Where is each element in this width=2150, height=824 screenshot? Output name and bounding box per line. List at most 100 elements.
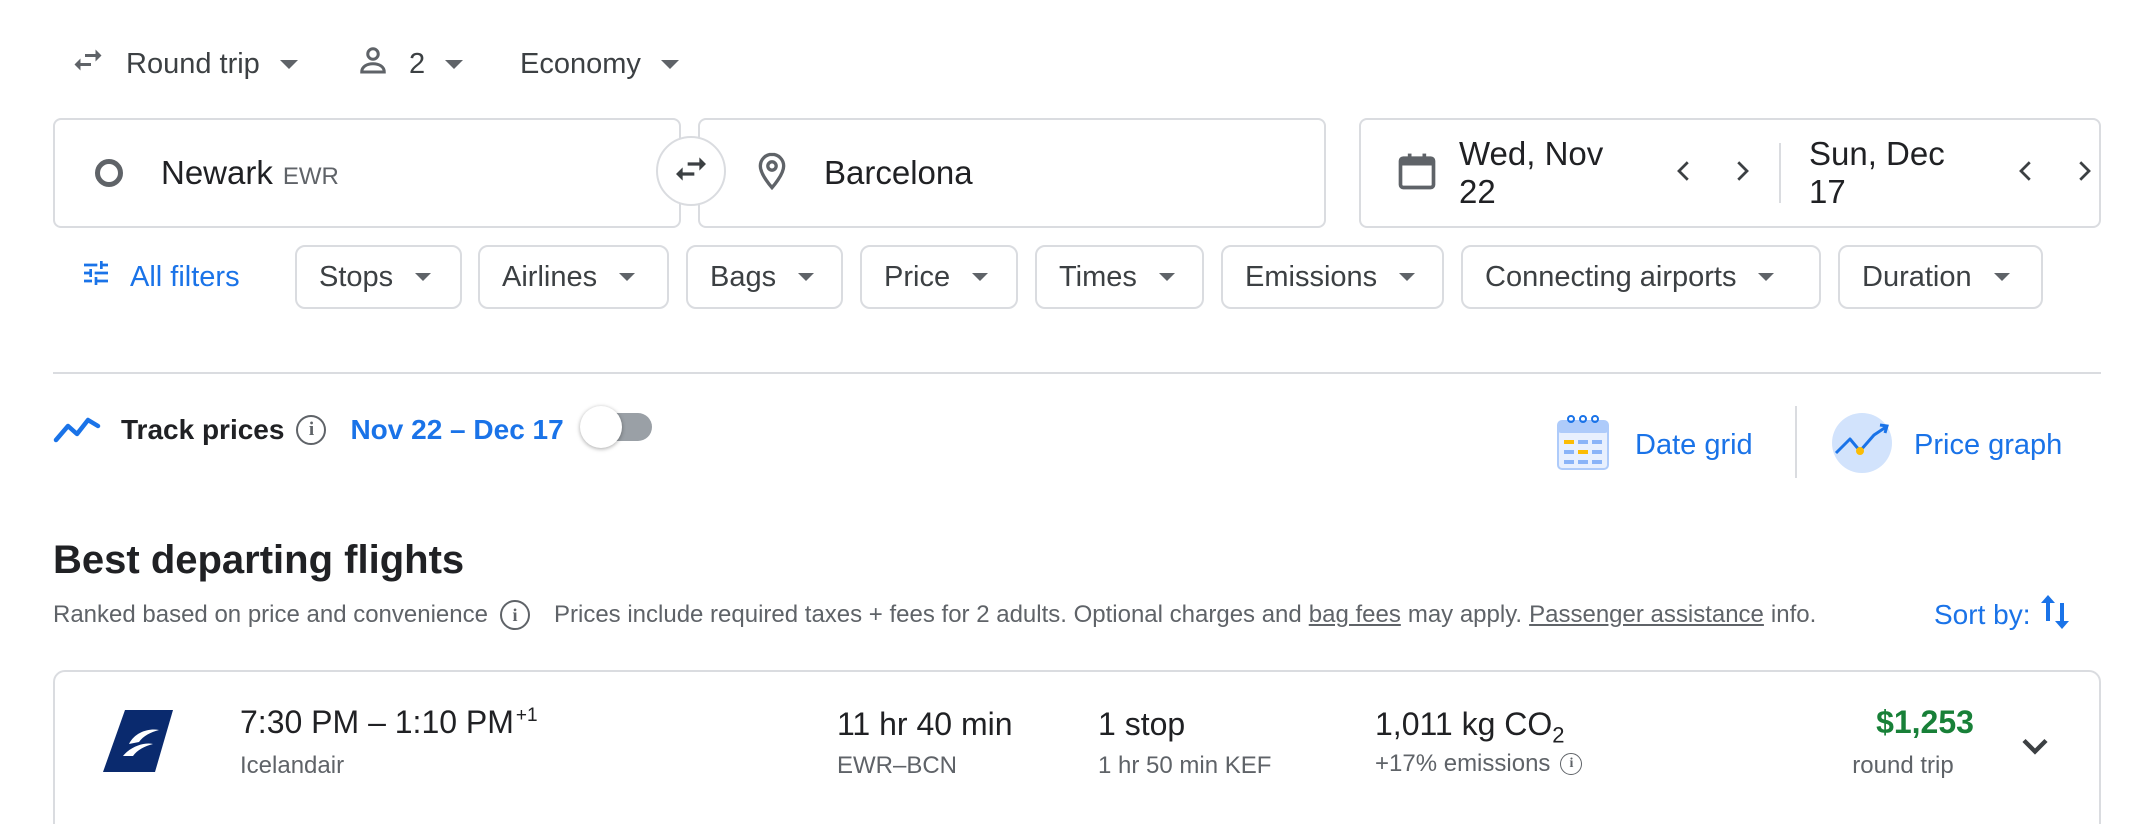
date-grid-button[interactable]: Date grid <box>1555 412 1753 478</box>
date-grid-icon <box>1555 413 1611 478</box>
flight-duration: 11 hr 40 min <box>837 706 1013 742</box>
filter-chip-connecting-airports[interactable]: Connecting airports <box>1461 245 1821 309</box>
date-divider <box>1779 143 1781 203</box>
chip-label: Emissions <box>1245 260 1378 293</box>
chevron-down-icon <box>445 59 464 69</box>
chip-label: Airlines <box>502 260 598 293</box>
all-filters-label: All filters <box>130 260 240 293</box>
swap-locations-button[interactable] <box>656 136 726 206</box>
toggle-knob[interactable] <box>580 406 622 448</box>
chip-label: Stops <box>319 260 394 293</box>
track-prices-row: Track prices i Nov 22 – Dec 17 <box>53 408 564 452</box>
flight-result-card[interactable]: 7:30 PM – 1:10 PM +1 Icelandair 11 hr 40 … <box>53 670 2101 824</box>
notice-prefix: Prices include required taxes + fees for… <box>553 601 1302 628</box>
chevron-left-icon <box>1677 160 1689 181</box>
chevron-down-icon <box>1399 273 1416 281</box>
depart-date[interactable]: Wed, Nov 22 <box>1459 135 1639 211</box>
cabin-class-select[interactable]: Economy <box>520 40 679 88</box>
chevron-right-icon <box>2079 160 2091 181</box>
chevron-right-icon <box>1737 160 1750 181</box>
stops-count: 1 stop <box>1098 706 1186 742</box>
chip-label: Times <box>1059 260 1137 293</box>
trend-line-icon <box>53 412 101 449</box>
filter-chip-price[interactable]: Price <box>860 245 1018 309</box>
filter-chip-emissions[interactable]: Emissions <box>1221 245 1444 309</box>
chevron-down-icon <box>972 273 989 281</box>
depart-prev-button[interactable] <box>1669 156 1699 191</box>
return-prev-button[interactable] <box>2011 156 2041 191</box>
all-filters-button[interactable]: All filters <box>80 245 240 309</box>
filter-chip-duration[interactable]: Duration <box>1838 245 2043 309</box>
notice-suffix: info. <box>1770 601 1817 628</box>
chip-label: Price <box>884 260 951 293</box>
flight-route: EWR–BCN <box>837 752 958 779</box>
filter-chip-airlines[interactable]: Airlines <box>478 245 669 309</box>
filter-chip-stops[interactable]: Stops <box>295 245 462 309</box>
depart-next-button[interactable] <box>1727 156 1757 191</box>
info-icon[interactable]: i <box>1560 753 1583 775</box>
layover-info: 1 hr 50 min KEF <box>1098 752 1272 779</box>
sort-arrows-icon <box>2038 591 2072 640</box>
destination-city: Barcelona <box>824 154 973 191</box>
chevron-down-icon <box>619 273 636 281</box>
chevron-down-icon <box>279 59 298 69</box>
passengers-select[interactable]: 2 <box>355 40 464 88</box>
results-notice: Ranked based on price and convenience i … <box>53 596 1816 634</box>
notice-middle: may apply. <box>1407 601 1523 628</box>
sort-button[interactable]: Sort by: <box>1934 592 2072 638</box>
info-icon[interactable]: i <box>499 600 530 630</box>
view-divider <box>1795 406 1797 478</box>
date-grid-label: Date grid <box>1635 428 1753 461</box>
expand-button[interactable] <box>2013 724 2057 773</box>
co2-subscript: 2 <box>1552 722 1565 748</box>
person-icon <box>355 42 391 86</box>
chip-label: Connecting airports <box>1485 260 1737 293</box>
airline-name: Icelandair <box>240 752 345 779</box>
sort-label: Sort by: <box>1934 599 2031 630</box>
co2-emissions: 1,011 kg CO2 <box>1375 706 1565 748</box>
filter-chip-bags[interactable]: Bags <box>686 245 843 309</box>
trip-type-select[interactable]: Round trip <box>70 40 298 88</box>
swap-arrows-icon <box>70 42 106 86</box>
icelandair-logo <box>103 710 173 777</box>
emissions-delta-row: +17% emissions i <box>1375 750 1583 778</box>
bag-fees-link[interactable]: bag fees <box>1309 601 1401 629</box>
passenger-count: 2 <box>409 47 426 80</box>
chevron-down-icon <box>415 273 432 281</box>
date-range-field[interactable]: Wed, Nov 22 Sun, Dec 17 <box>1359 118 2101 228</box>
chevron-down-icon <box>2022 738 2048 755</box>
co2-value: 1,011 kg CO <box>1375 706 1553 742</box>
chip-label: Bags <box>710 260 777 293</box>
track-prices-label: Track prices <box>121 414 285 445</box>
passenger-assistance-link[interactable]: Passenger assistance <box>1529 601 1764 629</box>
chip-label: Duration <box>1862 260 1972 293</box>
tune-icon <box>80 257 112 297</box>
ranked-text: Ranked based on price and convenience <box>53 601 488 628</box>
chevron-left-icon <box>2019 160 2031 181</box>
return-next-button[interactable] <box>2069 156 2099 191</box>
price-graph-label: Price graph <box>1914 428 2063 461</box>
flight-times: 7:30 PM – 1:10 PM +1 <box>240 704 538 741</box>
return-date[interactable]: Sun, Dec 17 <box>1809 135 1981 211</box>
calendar-icon <box>1395 149 1439 198</box>
origin-city: Newark <box>161 154 273 191</box>
origin-field[interactable]: Newark EWR <box>53 118 681 228</box>
info-icon[interactable]: i <box>296 415 327 445</box>
flight-time-range: 7:30 PM – 1:10 PM <box>240 704 514 740</box>
day-offset: +1 <box>515 705 538 727</box>
chevron-down-icon <box>1158 273 1175 281</box>
destination-field[interactable]: Barcelona <box>698 118 1326 228</box>
emissions-delta: +17% emissions <box>1375 750 1551 777</box>
filter-chip-times[interactable]: Times <box>1035 245 1204 309</box>
swap-arrows-icon <box>671 149 711 194</box>
chevron-down-icon <box>798 273 815 281</box>
chevron-down-icon <box>1993 273 2010 281</box>
track-date-range: Nov 22 – Dec 17 <box>350 414 564 445</box>
flight-price: $1,253 <box>1876 704 1974 740</box>
origin-code: EWR <box>282 163 339 190</box>
location-pin-icon <box>752 151 792 196</box>
price-graph-button[interactable]: Price graph <box>1830 412 2062 478</box>
cabin-class-label: Economy <box>520 47 641 80</box>
origin-circle-icon <box>95 159 123 187</box>
price-type: round trip <box>1852 752 1954 779</box>
